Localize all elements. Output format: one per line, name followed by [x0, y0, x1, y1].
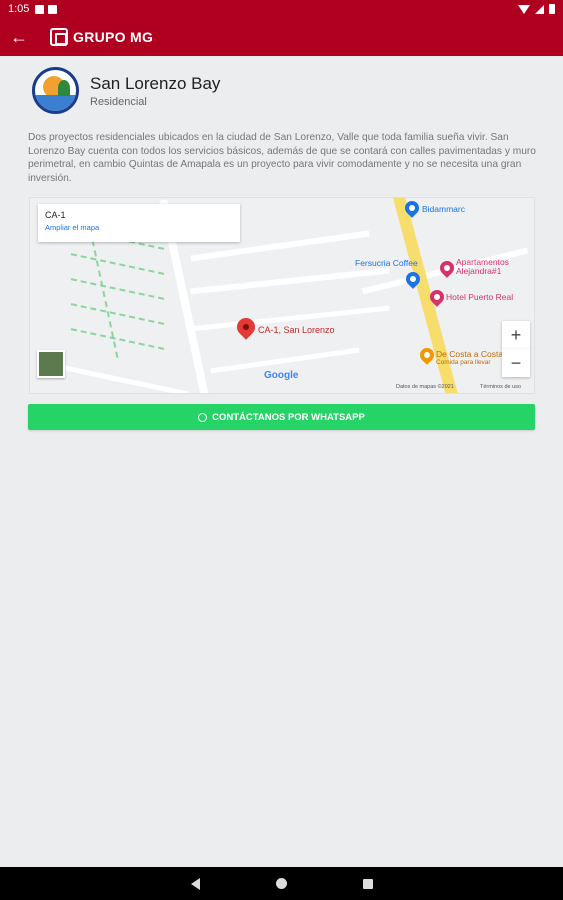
google-logo: Google: [264, 370, 299, 381]
whatsapp-contact-button[interactable]: CONTÁCTANOS POR WHATSAPP: [28, 404, 535, 430]
project-avatar: [32, 67, 79, 114]
status-bar: 1:05: [0, 0, 563, 18]
embedded-map[interactable]: CA-1 Ampliar el mapa Bidammarc Fersucria…: [29, 197, 535, 394]
enlarge-map-link[interactable]: Ampliar el mapa: [45, 223, 233, 232]
project-detail: San Lorenzo Bay Residencial Dos proyecto…: [0, 56, 563, 867]
map-info-title: CA-1: [45, 210, 66, 220]
nav-recents-icon[interactable]: [362, 878, 373, 889]
nav-back-icon[interactable]: [190, 877, 200, 890]
project-header: San Lorenzo Bay Residencial: [32, 67, 220, 114]
wifi-icon: [518, 4, 530, 14]
app-bar: ← GRUPO MG: [0, 18, 563, 56]
whatsapp-icon: [198, 412, 208, 422]
notification-icon: [35, 4, 45, 14]
zoom-in-button[interactable]: +: [502, 321, 530, 349]
app-logo-text: GRUPO MG: [73, 29, 154, 45]
poi-label[interactable]: De Costa a Costa: [436, 349, 503, 359]
zoom-out-button[interactable]: −: [502, 349, 530, 377]
poi-sub-label: Comida para llevar: [436, 359, 491, 366]
location-pin-icon[interactable]: [233, 314, 259, 340]
location-pin-label: CA-1, San Lorenzo: [258, 325, 335, 335]
notification-icon: [48, 4, 58, 14]
project-category: Residencial: [90, 95, 147, 108]
project-description: Dos proyectos residenciales ubicados en …: [28, 132, 536, 184]
status-icons: [518, 4, 555, 14]
status-time: 1:05: [8, 3, 30, 15]
app-logo: GRUPO MG: [50, 28, 153, 46]
map-info-card: CA-1 Ampliar el mapa: [38, 204, 240, 242]
satellite-layer-button[interactable]: [37, 350, 65, 378]
project-title: San Lorenzo Bay: [90, 73, 221, 93]
map-terms-link[interactable]: Términos de uso: [480, 384, 521, 390]
poi-label[interactable]: Bidammarc: [422, 204, 465, 214]
poi-label[interactable]: Apartamentos Alejandra#1: [456, 258, 534, 276]
whatsapp-button-label: CONTÁCTANOS POR WHATSAPP: [212, 411, 365, 423]
nav-home-icon[interactable]: [275, 878, 287, 889]
arrow-left-icon[interactable]: ←: [10, 27, 36, 48]
signal-icon: [535, 4, 544, 14]
battery-icon: [549, 4, 555, 14]
system-nav-bar: [0, 867, 563, 900]
map-attribution: Datos de mapas ©2021: [396, 384, 454, 390]
grupo-mg-logo-icon: [50, 28, 68, 46]
poi-label[interactable]: Fersucria Coffee: [355, 258, 418, 268]
poi-label[interactable]: Hotel Puerto Real: [446, 292, 513, 302]
